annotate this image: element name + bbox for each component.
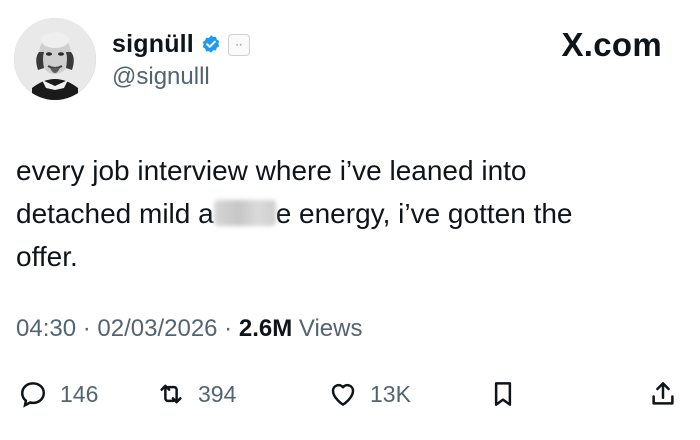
tweet-line: every job interview where i’ve leaned in… (16, 155, 527, 186)
like-button[interactable]: 13K (328, 374, 411, 414)
author-name-row: signüll ·· (112, 30, 250, 59)
repost-icon (160, 384, 182, 404)
verified-badge-icon (200, 34, 222, 56)
tweet-time[interactable]: 04:30 (16, 315, 76, 342)
like-count: 13K (370, 380, 411, 407)
views-label: Views (292, 315, 363, 342)
action-bar: 146 394 13K (18, 374, 682, 414)
repost-button[interactable]: 394 (156, 374, 236, 414)
bookmark-button[interactable] (488, 374, 518, 414)
reply-icon (20, 382, 46, 408)
reply-count: 146 (60, 380, 99, 407)
portrait-image (14, 18, 96, 100)
heart-icon (331, 383, 355, 406)
tweet-meta: 04:30 · 02/03/2026 · 2.6M Views (16, 315, 362, 343)
share-icon (652, 382, 674, 405)
meta-separator: · (217, 315, 239, 342)
tweet-text: every job interview where i’ve leaned in… (16, 149, 676, 278)
reply-button[interactable]: 146 (18, 374, 98, 414)
tweet-line: offer. (16, 241, 78, 272)
share-button[interactable] (648, 374, 678, 414)
author-handle[interactable]: @signulll (112, 63, 210, 91)
censored-word (213, 200, 276, 226)
bookmark-icon (494, 382, 512, 406)
views-count: 2.6M (238, 315, 293, 342)
meta-separator: · (76, 315, 98, 342)
tweet-segment: e energy, i’ve gotten the (275, 198, 573, 229)
tweet-segment: detached mild a (16, 198, 214, 229)
brand-logo: X.com (561, 26, 662, 63)
tweet-line: detached mild a e energy, i’ve gotten the (16, 192, 676, 235)
repost-count: 394 (198, 380, 237, 407)
tweet-date[interactable]: 02/03/2026 (97, 315, 217, 342)
emoji-badge: ·· (227, 33, 250, 56)
avatar[interactable] (14, 18, 96, 100)
display-name[interactable]: signüll (112, 30, 194, 59)
